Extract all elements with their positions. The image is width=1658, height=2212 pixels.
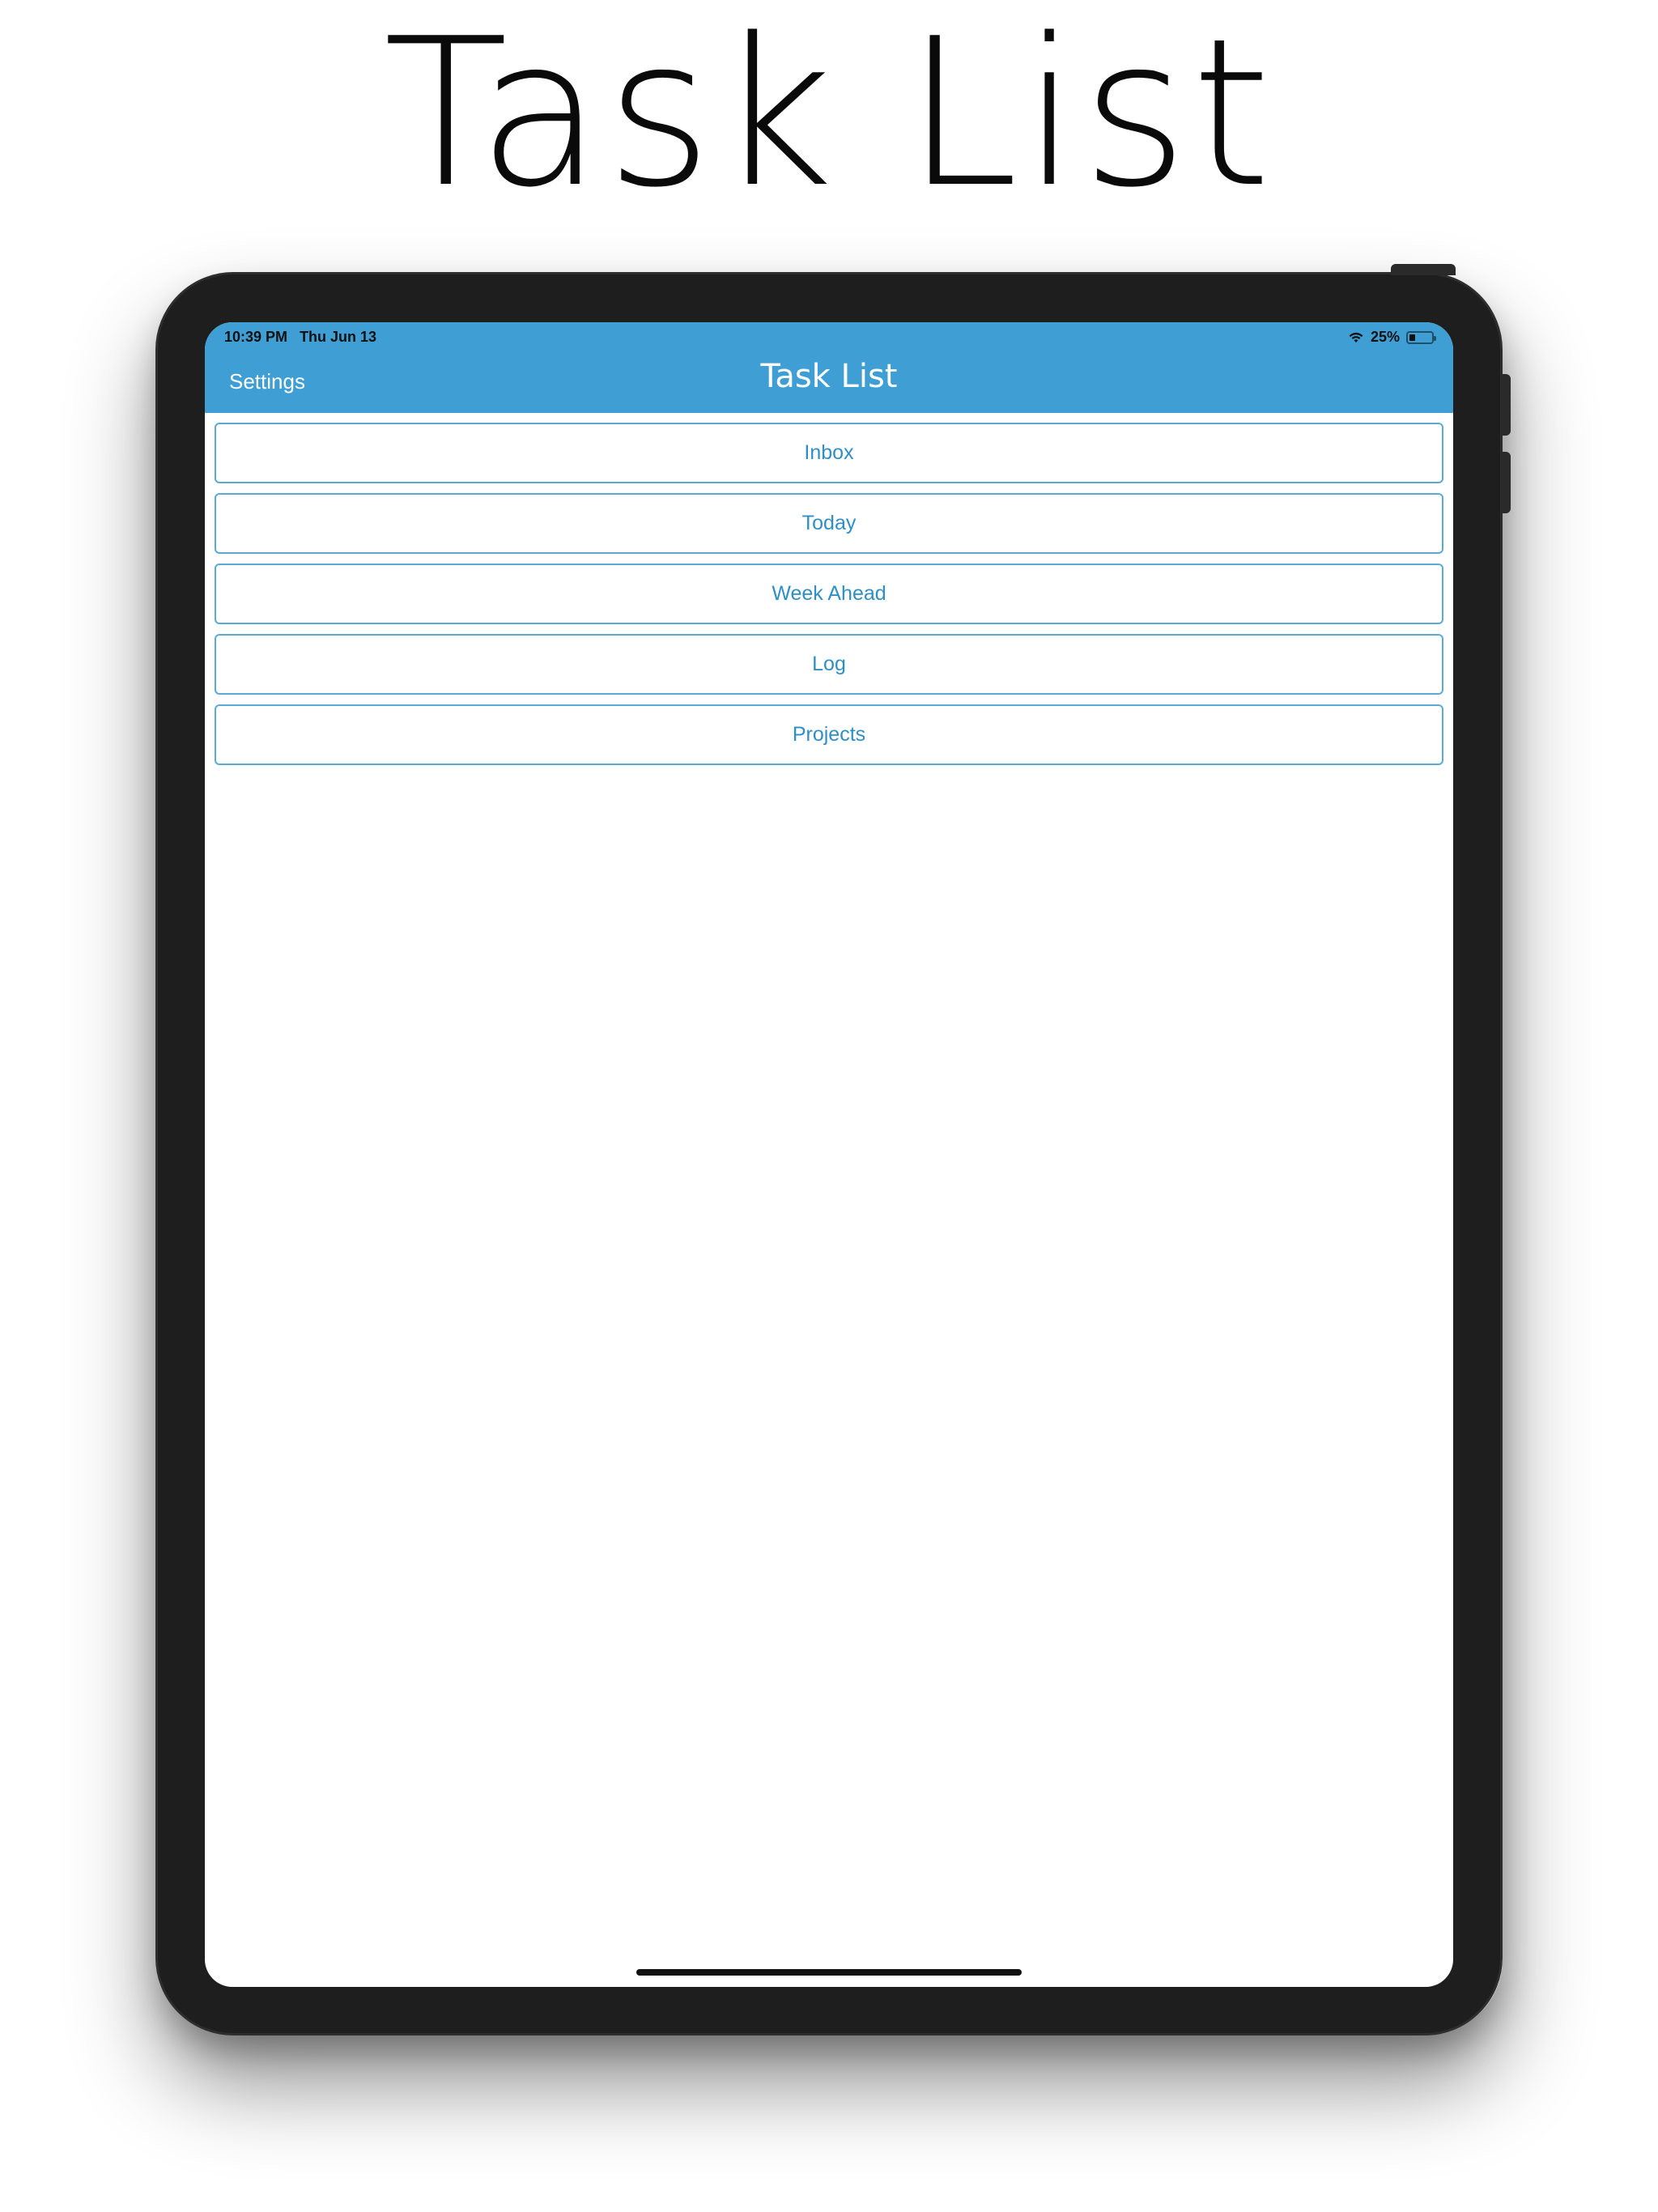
device-screen: 10:39 PM Thu Jun 13 25% Settings Task Li… xyxy=(205,322,1453,1987)
menu-item-log[interactable]: Log xyxy=(215,634,1443,695)
status-bar-time: 10:39 PM Thu Jun 13 xyxy=(224,329,376,346)
menu-list: Inbox Today Week Ahead Log Projects xyxy=(215,423,1443,765)
power-button xyxy=(1391,264,1456,275)
menu-item-week-ahead[interactable]: Week Ahead xyxy=(215,564,1443,624)
volume-down-button xyxy=(1501,452,1511,513)
volume-up-button xyxy=(1501,374,1511,436)
battery-nub xyxy=(1434,335,1436,341)
home-indicator[interactable] xyxy=(636,1969,1022,1976)
marketing-headline: Task List xyxy=(383,0,1275,232)
menu-item-projects[interactable]: Projects xyxy=(215,704,1443,765)
battery-percent: 25% xyxy=(1370,329,1400,345)
menu-item-today[interactable]: Today xyxy=(215,493,1443,554)
nav-title: Task List xyxy=(760,358,898,395)
settings-button[interactable]: Settings xyxy=(229,369,305,394)
battery-icon xyxy=(1406,330,1436,344)
status-bar-right: 25% xyxy=(1348,329,1436,346)
status-time: 10:39 PM xyxy=(224,329,288,345)
menu-item-inbox[interactable]: Inbox xyxy=(215,423,1443,483)
status-date: Thu Jun 13 xyxy=(300,329,377,345)
battery-fill xyxy=(1409,334,1415,341)
wifi-icon xyxy=(1349,332,1363,342)
navigation-bar: 10:39 PM Thu Jun 13 25% Settings Task Li… xyxy=(205,322,1453,413)
